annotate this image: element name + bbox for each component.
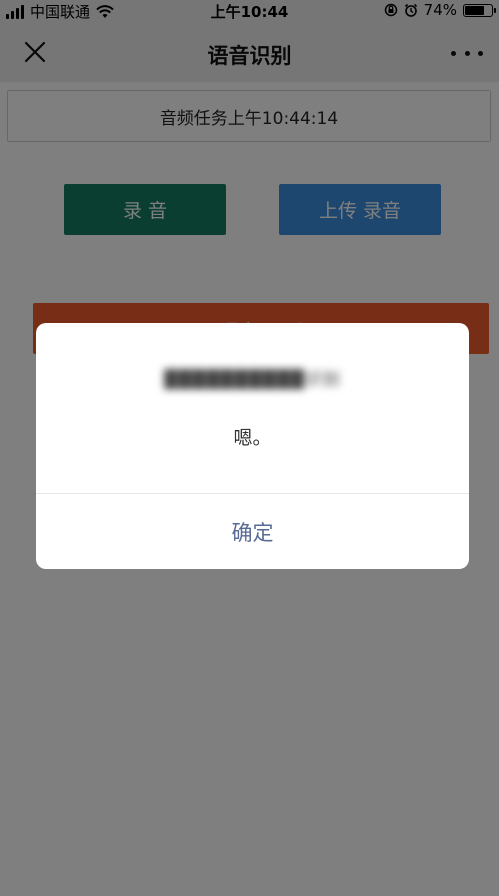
dialog-message: 嗯。 [233, 427, 272, 449]
confirm-button[interactable]: 确定 [36, 494, 469, 569]
dialog-title: ██████████识别 [164, 370, 341, 390]
alert-dialog: ██████████识别 嗯。 确定 [36, 323, 469, 569]
